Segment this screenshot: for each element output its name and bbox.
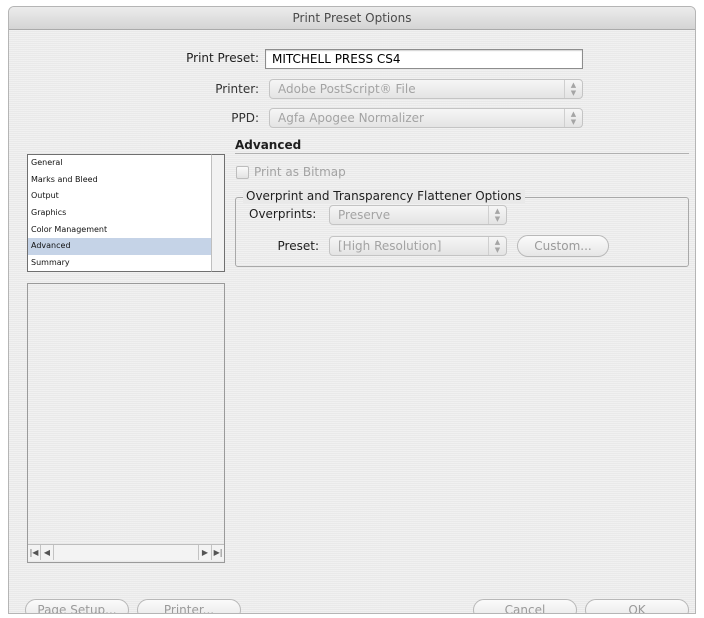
updown-arrows-icon: ▲ ▼: [564, 80, 582, 98]
print-preset-label: Print Preset:: [186, 51, 259, 65]
advanced-section-title: Advanced: [235, 138, 302, 152]
printer-select[interactable]: Adobe PostScript® File ▲ ▼: [269, 79, 583, 99]
flattener-preset-select-value: [High Resolution]: [338, 239, 442, 253]
overprints-label: Overprints:: [249, 207, 317, 221]
category-list: General Marks and Bleed Output Graphics …: [27, 154, 225, 272]
print-as-bitmap-checkbox[interactable]: [236, 166, 249, 179]
ppd-select-value: Agfa Apogee Normalizer: [278, 111, 424, 125]
preview-pane: [27, 283, 225, 563]
ppd-select[interactable]: Agfa Apogee Normalizer ▲ ▼: [269, 108, 583, 128]
category-item-graphics[interactable]: Graphics: [28, 205, 224, 222]
print-as-bitmap-label: Print as Bitmap: [254, 165, 346, 179]
updown-arrows-icon: ▲ ▼: [564, 109, 582, 127]
updown-arrows-icon: ▲ ▼: [488, 206, 506, 224]
last-arrow-icon[interactable]: ▶|: [211, 545, 224, 560]
advanced-section-divider: [235, 153, 689, 154]
printer-label: Printer:: [215, 82, 259, 96]
printer-button[interactable]: Printer...: [137, 599, 241, 613]
category-item-color-management[interactable]: Color Management: [28, 222, 224, 239]
preview-horizontal-scrollbar[interactable]: |◀ ◀ ▶ ▶|: [28, 544, 224, 560]
print-preset-options-dialog: Print Preset Options Print Preset: MITCH…: [8, 6, 696, 614]
category-item-advanced[interactable]: Advanced: [28, 238, 224, 256]
left-arrow-icon[interactable]: ◀: [41, 545, 54, 560]
page-setup-button[interactable]: Page Setup...: [25, 599, 129, 613]
first-arrow-icon[interactable]: |◀: [28, 545, 41, 560]
right-arrow-icon[interactable]: ▶: [198, 545, 211, 560]
flattener-preset-select[interactable]: [High Resolution] ▲ ▼: [329, 236, 507, 256]
overprints-select[interactable]: Preserve ▲ ▼: [329, 205, 507, 225]
category-item-summary[interactable]: Summary: [28, 255, 224, 272]
window-title: Print Preset Options: [9, 7, 695, 30]
category-item-marks-and-bleed[interactable]: Marks and Bleed: [28, 172, 224, 189]
flattener-options-title: Overprint and Transparency Flattener Opt…: [243, 189, 525, 203]
overprints-select-value: Preserve: [338, 208, 391, 222]
category-list-scrollbar[interactable]: [211, 154, 225, 272]
preset-label: Preset:: [277, 239, 319, 253]
print-preset-input[interactable]: MITCHELL PRESS CS4: [265, 49, 583, 69]
updown-arrows-icon: ▲ ▼: [488, 237, 506, 255]
ok-button[interactable]: OK: [585, 599, 689, 613]
printer-select-value: Adobe PostScript® File: [278, 82, 416, 96]
category-item-general[interactable]: General: [28, 155, 224, 172]
category-item-output[interactable]: Output: [28, 188, 224, 205]
custom-button[interactable]: Custom...: [517, 235, 609, 257]
cancel-button[interactable]: Cancel: [473, 599, 577, 613]
ppd-label: PPD:: [231, 111, 259, 125]
